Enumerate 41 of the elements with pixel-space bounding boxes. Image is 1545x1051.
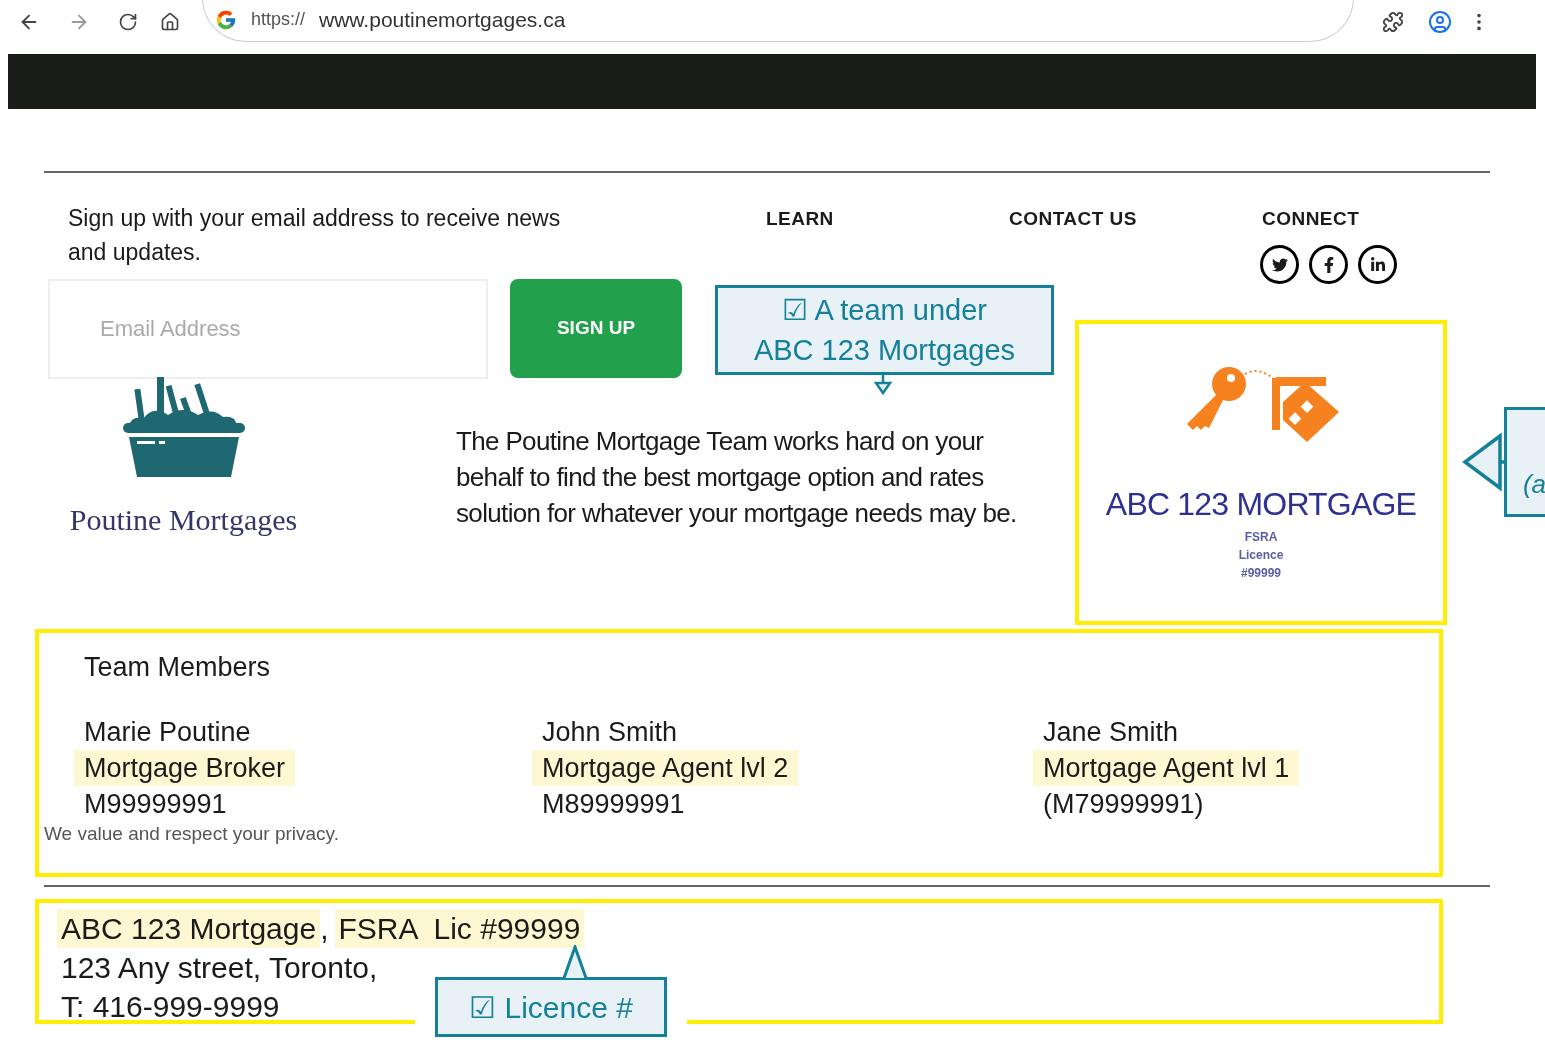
email-field[interactable]: Email Address [48, 279, 488, 379]
linkedin-icon[interactable] [1358, 245, 1397, 284]
google-icon [215, 8, 237, 31]
partner-logo-name: ABC 123 MORTGAGE [1105, 485, 1417, 524]
company-name: ABC 123 Mortgage [57, 909, 321, 948]
twitter-icon[interactable] [1260, 245, 1299, 284]
privacy-text: We value and respect your privacy. [44, 821, 340, 846]
callout-text: (a [1522, 468, 1545, 501]
member-licence: M89999991 [541, 787, 685, 821]
member-name: Marie Poutine [83, 715, 251, 749]
description-text: The Poutine Mortgage Team works hard on your behalf to find the best mortgage option and rates solution for whatever your mortgage needs may be. [456, 425, 1018, 530]
member-role: Mortgage Agent lvl 1 [1033, 749, 1300, 786]
member-name: Jane Smith [1042, 715, 1179, 749]
partner-logo-text: Licence [1238, 547, 1284, 564]
callout-text: ☑ A team under [781, 293, 988, 328]
profile-icon[interactable] [1428, 10, 1452, 34]
facebook-icon[interactable] [1309, 245, 1348, 284]
member-role: Mortgage Broker [74, 749, 296, 786]
footer-link[interactable]: CONNECT [1262, 208, 1360, 229]
home-icon[interactable] [160, 12, 180, 32]
member-licence: M99999991 [83, 787, 227, 821]
team-heading: Team Members [84, 651, 272, 684]
reload-icon[interactable] [118, 12, 138, 32]
member-role: Mortgage Agent lvl 2 [532, 749, 799, 786]
signup-text: Sign up with your email address to receive news and updates. [67, 204, 562, 267]
brand-name: Poutine Mortgages [69, 502, 298, 538]
callout-text: ☑ Licence # [469, 989, 633, 1026]
partner-logo-text: FSRA [1244, 529, 1278, 546]
footer-link[interactable]: LEARN [766, 205, 1009, 279]
member-licence: (M79999991) [1042, 787, 1204, 821]
company-address: 123 Any street, Toronto, [60, 950, 378, 986]
footer-link[interactable]: CONTACT US [1009, 205, 1137, 279]
url-text: www.poutinemortgages.ca [319, 6, 566, 33]
extensions-icon[interactable] [1382, 11, 1404, 33]
partner-logo-text: #99999 [1240, 565, 1281, 582]
url-protocol: https:// [251, 8, 306, 31]
member-name: John Smith [541, 715, 678, 749]
callout-text: ABC 123 Mortgages [752, 333, 1017, 368]
separator-text: , [320, 911, 329, 947]
company-licence: FSRA Lic #99999 [334, 909, 585, 948]
company-phone: T: 416-999-9999 [60, 989, 280, 1025]
